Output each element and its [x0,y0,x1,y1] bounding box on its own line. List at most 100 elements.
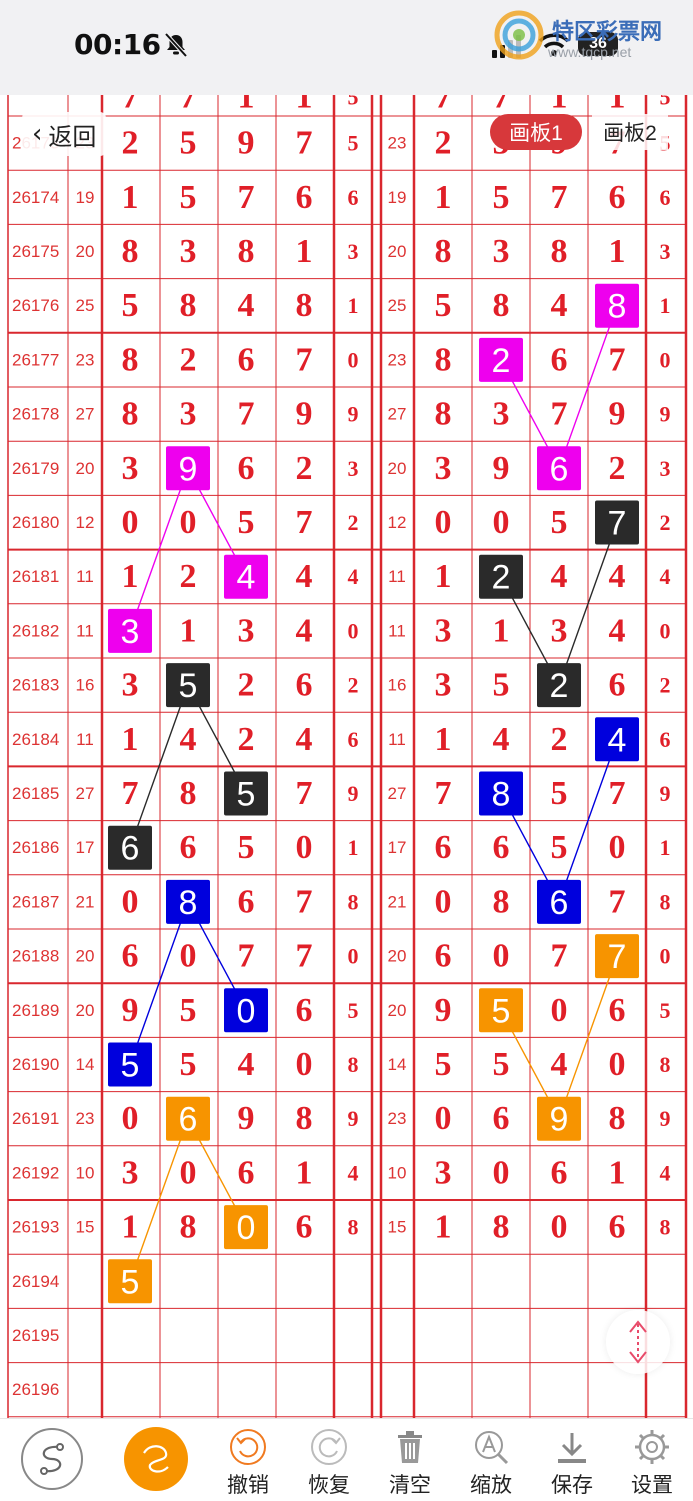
drawing-canvas[interactable]: 7711577115261732323225599775526174191911… [0,95,693,1418]
digit-cell: 5 [435,1046,452,1083]
digit-cell: 2 [238,667,255,704]
sum-value: 20 [76,1001,95,1020]
span-value: 3 [348,456,359,481]
issue-number: 26180 [12,513,59,532]
digit-cell: 5 [180,179,197,216]
digit-cell: 0 [180,504,197,541]
span-value: 6 [660,727,671,752]
partial-span: 5 [348,95,359,110]
undo-label: 撤销 [227,1474,269,1497]
digit-cell: 3 [435,612,452,649]
digit-cell: 9 [493,450,510,487]
sum-value: 25 [76,296,95,315]
sum-value: 15 [388,1218,407,1237]
digit-cell: 6 [551,341,568,378]
sum-value: 16 [388,676,407,695]
sum-value: 11 [76,730,94,749]
span-value: 4 [660,564,671,589]
issue-number: 26179 [12,459,59,478]
highlight-digit: 2 [492,559,511,597]
digit-cell: 9 [238,125,255,162]
zoom-button[interactable]: 缩放 [461,1419,521,1501]
digit-cell: 0 [296,1046,313,1083]
digit-cell: 6 [609,667,626,704]
digit-cell: 8 [435,233,452,270]
digit-cell: 6 [609,179,626,216]
sum-value: 27 [388,405,407,424]
digit-cell: 6 [493,1100,510,1137]
span-value: 0 [660,347,671,372]
digit-cell: 1 [435,179,452,216]
bell-slash-icon [164,32,188,58]
settings-button[interactable]: 设置 [622,1419,682,1501]
digit-cell: 1 [122,179,139,216]
highlight-digit: 7 [608,938,627,976]
sum-value: 21 [76,892,95,911]
undo-icon [230,1429,266,1465]
digit-cell: 6 [609,1209,626,1246]
partial-digit: 1 [296,95,313,116]
digit-cell: 8 [435,341,452,378]
digit-cell: 5 [493,667,510,704]
digit-cell: 0 [609,1046,626,1083]
scroll-handle[interactable] [606,1310,670,1374]
span-value: 4 [348,1160,359,1185]
digit-cell: 9 [122,992,139,1029]
digit-cell: 1 [296,233,313,270]
digit-cell: 7 [296,341,313,378]
sum-value: 10 [76,1163,95,1182]
span-value: 9 [660,1106,671,1131]
digit-cell: 9 [296,396,313,433]
span-value: 6 [348,727,359,752]
sum-value: 25 [388,296,407,315]
curve-tool-button[interactable] [20,1419,84,1501]
digit-cell: 6 [238,883,255,920]
digit-cell: 3 [122,667,139,704]
issue-number: 26188 [12,947,59,966]
issue-number: 26192 [12,1163,59,1182]
digit-cell: 8 [122,396,139,433]
back-label: 返回 [48,123,97,151]
highlight-digit: 8 [492,776,511,814]
digit-cell: 3 [435,667,452,704]
sum-value: 20 [388,242,407,261]
freehand-tool-button[interactable] [124,1419,188,1501]
highlight-digit: 9 [179,450,198,488]
tab-board-2[interactable]: 画板2 [592,114,668,150]
digit-cell: 8 [122,341,139,378]
digit-cell: 3 [122,1154,139,1191]
digit-cell: 7 [238,938,255,975]
digit-cell: 3 [551,612,568,649]
digit-cell: 6 [180,829,197,866]
span-value: 0 [660,944,671,969]
digit-cell: 9 [238,1100,255,1137]
highlight-digit: 5 [179,667,198,705]
span-value: 0 [348,347,359,372]
span-value: 2 [348,510,359,535]
save-button[interactable]: 保存 [542,1419,602,1501]
span-value: 1 [348,293,359,318]
digit-cell: 4 [551,287,568,324]
span-value: 4 [660,1160,671,1185]
undo-button[interactable]: 撤销 [218,1419,278,1501]
clear-button[interactable]: 清空 [380,1419,440,1501]
sum-value: 27 [388,784,407,803]
tab-board-1[interactable]: 画板1 [490,114,582,150]
redo-button[interactable]: 恢复 [299,1419,359,1501]
partial-digit: 7 [180,95,197,116]
digit-cell: 5 [551,829,568,866]
digit-cell: 7 [609,883,626,920]
span-value: 9 [348,1106,359,1131]
highlight-digit: 2 [492,342,511,380]
span-value: 0 [660,618,671,643]
partial-digit: 7 [122,95,139,116]
digit-cell: 8 [180,1209,197,1246]
digit-cell: 7 [609,341,626,378]
highlight-digit: 2 [550,667,569,705]
sum-value: 23 [388,134,407,153]
sum-value: 20 [76,459,95,478]
back-button[interactable]: ‹ 返回 [22,112,107,156]
span-value: 8 [660,1215,671,1240]
issue-number: 26175 [12,242,59,261]
sum-value: 11 [388,621,406,640]
